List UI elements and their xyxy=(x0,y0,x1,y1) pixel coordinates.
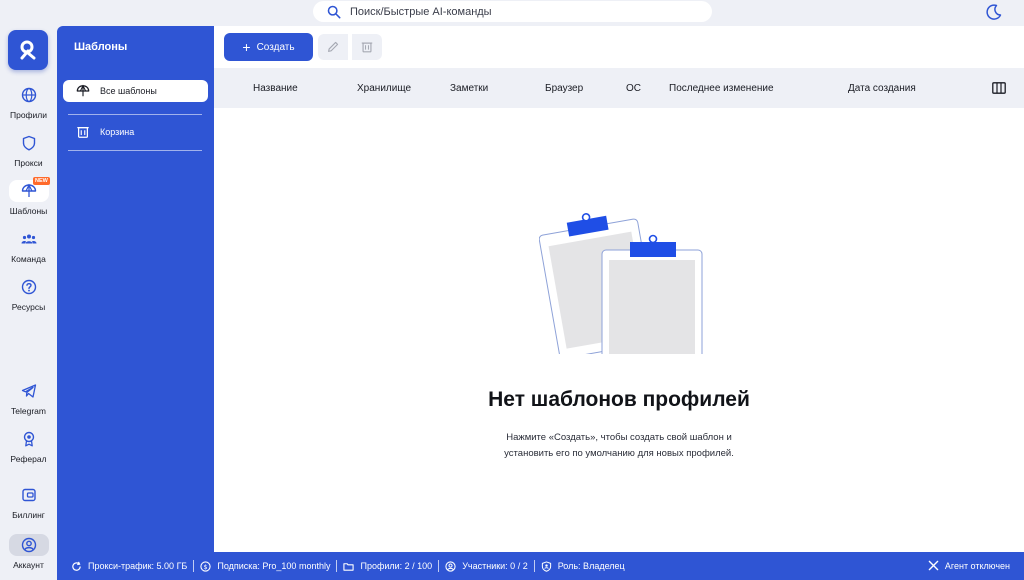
team-icon xyxy=(21,234,36,244)
rail-item-label: Ресурсы xyxy=(11,302,46,312)
search-bar[interactable]: Поиск/Быстрые AI-команды xyxy=(313,1,712,22)
delete-button[interactable] xyxy=(352,34,382,60)
empty-state-description: Нажмите «Создать», чтобы создать свой ша… xyxy=(214,430,1024,462)
moon-icon[interactable] xyxy=(985,3,1003,21)
create-button-label: Создать xyxy=(256,41,295,53)
column-created[interactable]: Дата создания xyxy=(848,83,916,94)
sidebar-divider xyxy=(68,150,202,151)
sidebar-item-label: Все шаблоны xyxy=(100,86,157,96)
close-icon xyxy=(928,560,939,571)
left-rail: Профили Прокси NEW Шаблоны Команда Ресур… xyxy=(0,26,57,570)
empty-state-title: Нет шаблонов профилей xyxy=(488,388,750,411)
status-agent[interactable]: Агент отключен xyxy=(928,560,1010,571)
svg-text:$: $ xyxy=(204,562,208,570)
rail-item-account[interactable]: Аккаунт xyxy=(0,532,57,576)
edit-button[interactable] xyxy=(318,34,348,60)
search-icon xyxy=(327,5,341,18)
rail-item-templates[interactable]: NEW Шаблоны xyxy=(0,177,57,222)
new-badge: NEW xyxy=(33,177,50,185)
status-profiles: Профили: 2 / 100 xyxy=(337,561,438,572)
create-button[interactable]: + Создать xyxy=(224,33,313,61)
toolbar: + Создать xyxy=(214,26,1024,68)
umbrella-icon xyxy=(76,84,90,97)
dollar-icon: $ xyxy=(200,560,211,572)
rail-item-label: Профили xyxy=(9,110,47,120)
status-subscription[interactable]: $ Подписка: Pro_100 monthly xyxy=(194,560,336,572)
search-placeholder: Поиск/Быстрые AI-команды xyxy=(350,5,492,18)
award-icon xyxy=(23,431,34,447)
column-browser[interactable]: Браузер xyxy=(545,83,583,94)
sidebar-item-label: Корзина xyxy=(100,127,135,137)
app-logo[interactable] xyxy=(8,30,48,70)
status-proxy-traffic: Прокси-трафик: 5.00 ГБ xyxy=(57,561,193,572)
rail-item-team[interactable]: Команда xyxy=(0,226,57,270)
rail-item-proxy[interactable]: Прокси xyxy=(0,130,57,174)
shield-icon xyxy=(22,135,35,151)
pencil-icon xyxy=(328,41,339,52)
rail-item-billing[interactable]: Биллинг xyxy=(0,482,57,526)
rail-item-label: Реферал xyxy=(10,454,47,464)
rail-item-label: Шаблоны xyxy=(9,206,48,216)
account-icon xyxy=(21,537,36,553)
rail-item-label: Прокси xyxy=(14,158,43,168)
trash-icon xyxy=(361,42,373,53)
empty-clipboards-illustration xyxy=(539,213,703,354)
table-header: Название Хранилище Заметки Браузер ОС По… xyxy=(214,68,1024,108)
telegram-icon xyxy=(21,384,36,398)
column-storage[interactable]: Хранилище xyxy=(357,83,411,94)
sidebar-divider xyxy=(68,114,202,115)
column-notes[interactable]: Заметки xyxy=(450,83,488,94)
rail-item-label: Telegram xyxy=(11,406,46,416)
column-os[interactable]: ОС xyxy=(626,83,641,94)
column-name[interactable]: Название xyxy=(253,83,298,94)
umbrella-icon xyxy=(21,183,36,197)
status-members: Участники: 0 / 2 xyxy=(439,560,534,572)
rail-item-label: Аккаунт xyxy=(13,560,44,570)
logo-icon xyxy=(20,40,36,60)
templates-sidebar: Шаблоны Все шаблоны Корзина xyxy=(57,26,214,552)
rail-item-referral[interactable]: Реферал xyxy=(0,426,57,470)
wallet-icon xyxy=(21,488,36,502)
sidebar-item-all-templates[interactable]: Все шаблоны xyxy=(63,80,208,102)
rail-item-resources[interactable]: Ресурсы xyxy=(0,274,57,318)
empty-state-line: установить его по умолчанию для новых пр… xyxy=(504,448,734,459)
status-role: Роль: Владелец xyxy=(535,560,631,572)
globe-icon xyxy=(21,87,36,103)
rail-item-profiles[interactable]: Профили xyxy=(0,82,57,126)
sidebar-title: Шаблоны xyxy=(74,41,128,53)
main-panel: + Создать Название Хранилище Заметки Бра… xyxy=(214,26,1024,552)
status-bar: Прокси-трафик: 5.00 ГБ $ Подписка: Pro_1… xyxy=(57,552,1024,580)
shield-user-icon xyxy=(541,560,551,572)
plus-icon: + xyxy=(242,39,251,55)
folder-icon xyxy=(343,562,355,571)
empty-state-line: Нажмите «Создать», чтобы создать свой ша… xyxy=(506,432,732,443)
rail-item-label: Биллинг xyxy=(12,510,45,520)
top-bar: Поиск/Быстрые AI-команды xyxy=(0,0,1024,26)
columns-icon[interactable] xyxy=(992,82,1006,94)
column-last-modified[interactable]: Последнее изменение xyxy=(669,83,774,94)
rail-item-telegram[interactable]: Telegram xyxy=(0,378,57,422)
rail-item-label: Команда xyxy=(11,254,46,264)
refresh-icon xyxy=(72,561,81,571)
help-icon xyxy=(21,279,36,295)
trash-icon xyxy=(77,127,89,138)
user-circle-icon xyxy=(445,560,456,572)
sidebar-item-trash[interactable]: Корзина xyxy=(63,121,208,143)
